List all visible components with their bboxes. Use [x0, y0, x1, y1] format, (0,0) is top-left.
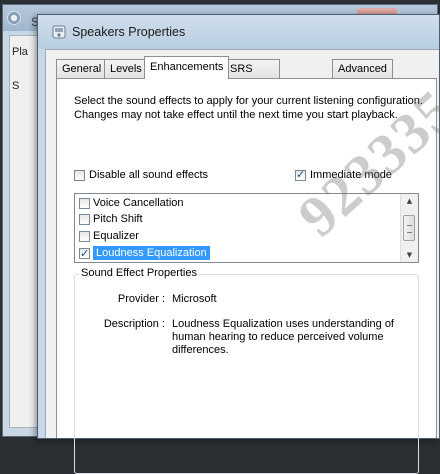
speakers-properties-dialog: Speakers Properties General Levels Enhan… [37, 14, 440, 474]
list-item-label: Equalizer [93, 230, 139, 242]
sound-control-icon [7, 11, 21, 25]
dialog-client: General Levels Enhancements SRS Premium … [45, 49, 439, 474]
disable-all-label: Disable all sound effects [89, 169, 209, 182]
list-item-loudness-equalization[interactable]: Loudness Equalization [79, 245, 214, 262]
provider-value: Microsoft [172, 293, 217, 305]
tab-levels[interactable]: Levels [104, 59, 148, 78]
effects-scrollbar[interactable]: ▲ ▼ [400, 194, 418, 262]
dialog-titlebar[interactable]: Speakers Properties [38, 15, 439, 49]
tab-advanced[interactable]: Advanced [332, 59, 393, 78]
list-item-label: Voice Cancellation [93, 197, 184, 209]
immediate-mode-checkbox[interactable] [295, 168, 306, 181]
provider-label: Provider : [117, 293, 165, 305]
voice-cancellation-checkbox[interactable] [79, 197, 90, 209]
background-tab-playback[interactable]: Pla [12, 46, 28, 58]
tab-general[interactable]: General [56, 59, 108, 78]
background-side-label: S [12, 80, 20, 92]
tab-srs-premium-sound[interactable]: SRS Premium Sound [224, 59, 280, 111]
equalizer-checkbox[interactable] [79, 230, 90, 242]
disable-all-checkbox[interactable] [74, 169, 85, 181]
speaker-icon [52, 25, 66, 39]
list-item-pitch-shift[interactable]: Pitch Shift [79, 211, 147, 227]
description-value: Loudness Equalization uses understanding… [172, 318, 394, 356]
disable-all-row[interactable]: Disable all sound effects [74, 169, 208, 181]
list-item-label: Pitch Shift [93, 213, 143, 225]
loudness-equalization-checkbox[interactable] [79, 246, 90, 262]
scroll-up-icon[interactable]: ▲ [401, 194, 418, 208]
scroll-thumb[interactable] [403, 215, 415, 241]
group-title: Sound Effect Properties [79, 267, 199, 279]
pitch-shift-checkbox[interactable] [79, 213, 90, 225]
list-item-label: Loudness Equalization [93, 246, 210, 260]
tab-enhancements[interactable]: Enhancements [144, 56, 230, 79]
list-item-voice-cancellation[interactable]: Voice Cancellation [79, 195, 188, 211]
description-label: Description : [103, 318, 165, 330]
dialog-title: Speakers Properties [72, 25, 186, 39]
list-item-equalizer[interactable]: Equalizer [79, 228, 143, 244]
scroll-down-icon[interactable]: ▼ [401, 248, 418, 262]
sound-effect-properties-group: Sound Effect Properties Provider : Micro… [74, 267, 419, 474]
